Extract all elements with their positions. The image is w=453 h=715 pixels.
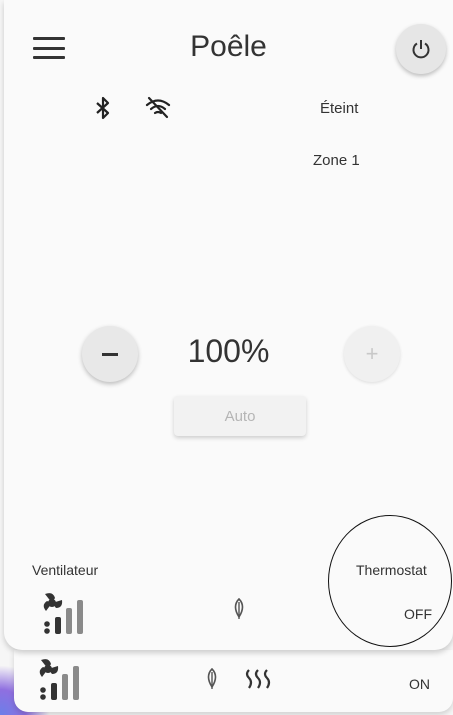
secondary-status-value: ON <box>409 676 430 692</box>
zone-label[interactable]: Zone 1 <box>313 152 360 169</box>
increase-button[interactable]: + <box>344 326 400 382</box>
fan-level-icon <box>39 659 79 700</box>
power-button[interactable] <box>396 24 446 74</box>
page-title: Poêle <box>190 30 267 63</box>
power-icon <box>412 40 430 59</box>
wifi-off-icon <box>145 96 171 119</box>
state-label: Éteint <box>320 100 359 117</box>
fan-label: Ventilateur <box>32 562 99 578</box>
header: Poêle <box>4 0 453 90</box>
secondary-device-card[interactable]: ON <box>14 650 453 712</box>
leaf-icon <box>207 668 217 689</box>
status-row: Éteint <box>4 96 453 126</box>
leaf-icon[interactable] <box>232 598 246 620</box>
fan-level-icon[interactable] <box>39 590 99 636</box>
app-frame: ON Poêle Éteint Zone 1 100% + Auto Venti… <box>0 0 453 715</box>
highlight-circle <box>328 515 452 647</box>
heat-waves-icon <box>245 669 271 689</box>
bluetooth-icon <box>96 96 110 120</box>
auto-mode-button[interactable]: Auto <box>174 396 306 436</box>
